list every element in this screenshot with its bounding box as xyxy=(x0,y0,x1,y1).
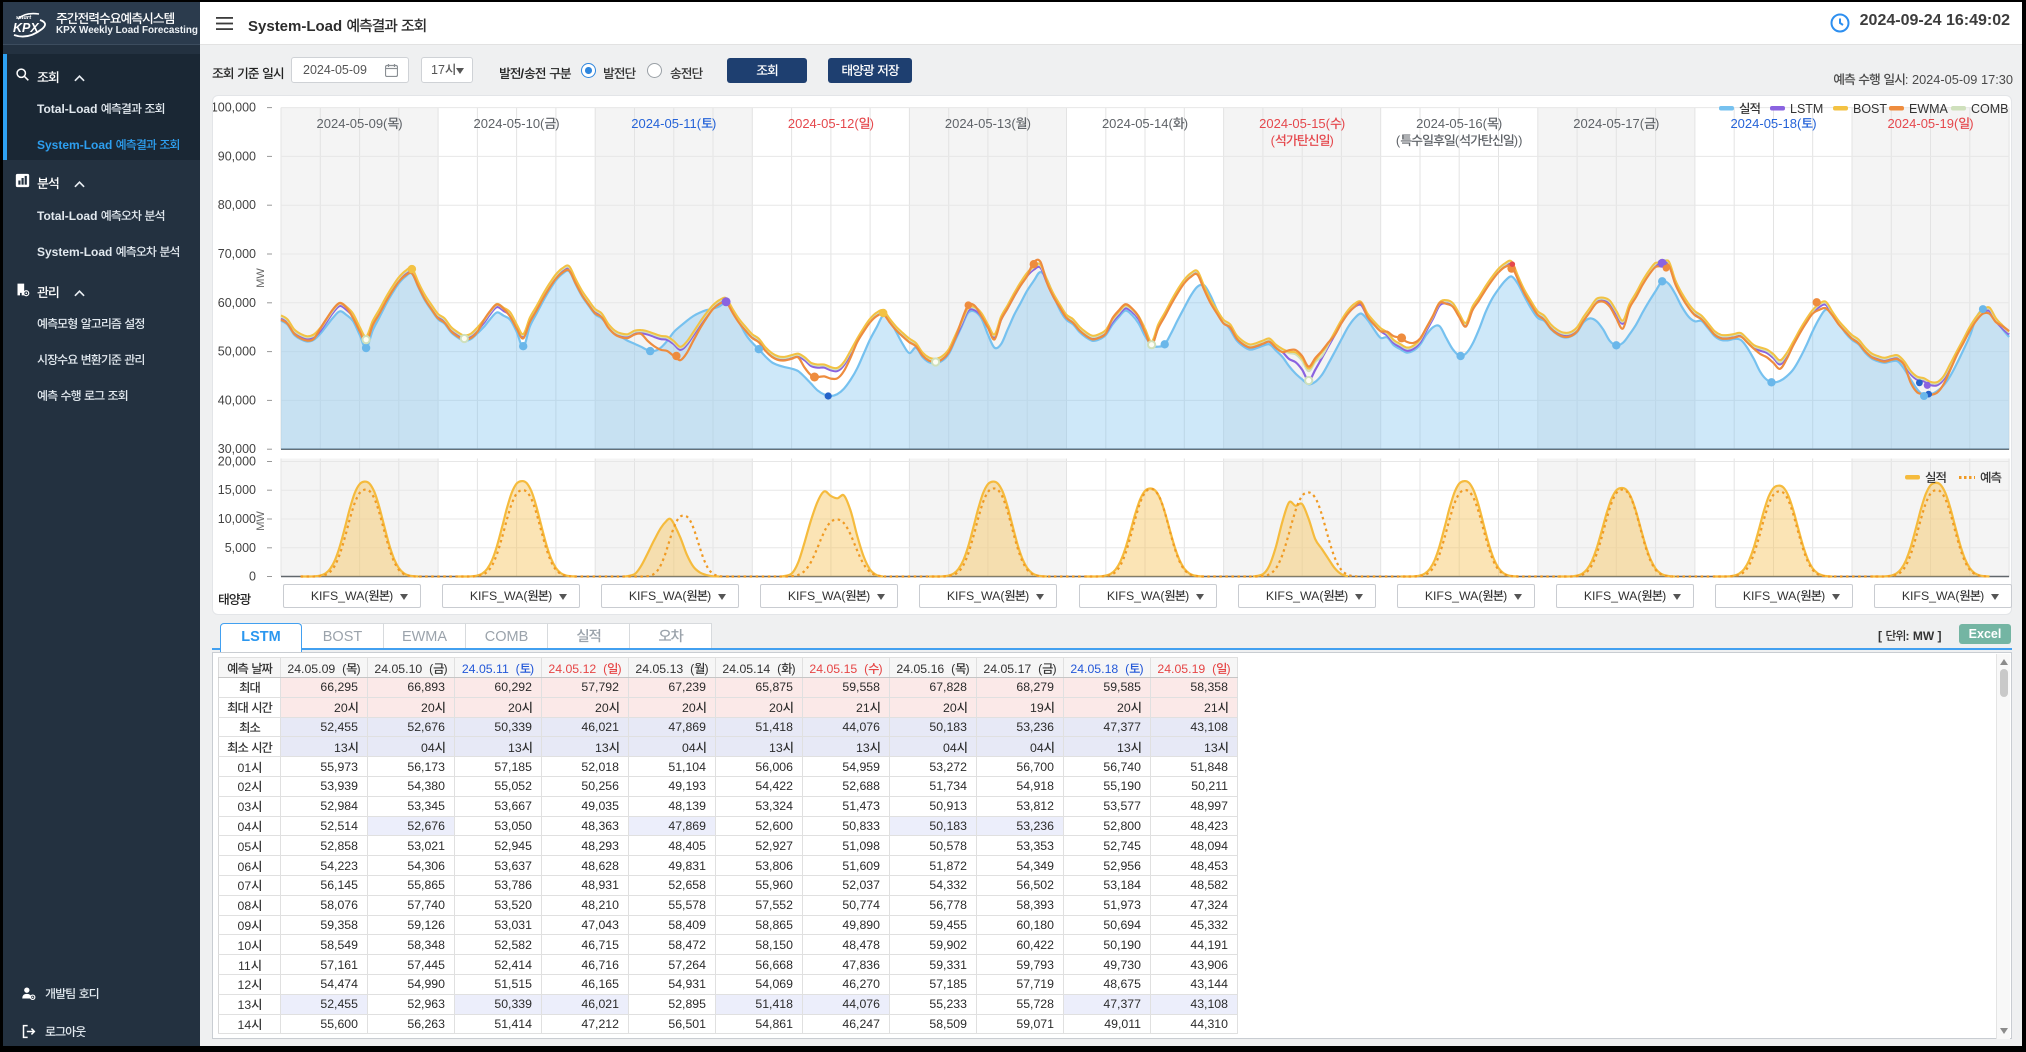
svg-text:예측: 예측 xyxy=(1980,471,2002,485)
svg-text:40,000: 40,000 xyxy=(218,393,256,407)
svg-text:2024-05-16(목): 2024-05-16(목) xyxy=(1416,116,1502,131)
svg-text:EWMA: EWMA xyxy=(1909,102,1949,116)
svg-text:실적: 실적 xyxy=(1925,471,1947,485)
svg-text:2024-05-14(화): 2024-05-14(화) xyxy=(1102,116,1188,131)
svg-text:MW: MW xyxy=(255,511,267,531)
svg-text:BOST: BOST xyxy=(1853,102,1887,116)
svg-text:10,000: 10,000 xyxy=(218,512,256,526)
svg-text:2024-05-11(토): 2024-05-11(토) xyxy=(631,116,716,131)
svg-text:15,000: 15,000 xyxy=(218,483,256,497)
svg-text:2024-05-17(금): 2024-05-17(금) xyxy=(1573,116,1659,131)
svg-text:COMB: COMB xyxy=(1971,102,2009,116)
svg-text:(석가탄신일): (석가탄신일) xyxy=(1271,133,1334,148)
svg-text:5,000: 5,000 xyxy=(225,541,256,555)
svg-text:2024-05-18(토): 2024-05-18(토) xyxy=(1730,116,1816,131)
svg-text:20,000: 20,000 xyxy=(218,455,256,469)
svg-text:2024-05-09(목): 2024-05-09(목) xyxy=(317,116,403,131)
svg-text:2024-05-19(일): 2024-05-19(일) xyxy=(1887,116,1973,131)
svg-text:100,000: 100,000 xyxy=(213,101,256,115)
svg-text:2024-05-15(수): 2024-05-15(수) xyxy=(1259,116,1345,131)
svg-text:0: 0 xyxy=(249,570,256,584)
svg-text:실적: 실적 xyxy=(1739,102,1761,116)
svg-text:90,000: 90,000 xyxy=(218,149,256,163)
svg-text:MW: MW xyxy=(255,268,267,288)
svg-text:2024-05-12(일): 2024-05-12(일) xyxy=(788,116,874,131)
svg-text:LSTM: LSTM xyxy=(1790,102,1823,116)
svg-text:2024-05-10(금): 2024-05-10(금) xyxy=(474,116,560,131)
svg-text:(특수일후일(석가탄신일)): (특수일후일(석가탄신일)) xyxy=(1396,133,1523,148)
svg-text:50,000: 50,000 xyxy=(218,345,256,359)
svg-text:80,000: 80,000 xyxy=(218,198,256,212)
svg-text:2024-05-13(월): 2024-05-13(월) xyxy=(945,116,1031,131)
svg-text:60,000: 60,000 xyxy=(218,296,256,310)
svg-text:70,000: 70,000 xyxy=(218,247,256,261)
